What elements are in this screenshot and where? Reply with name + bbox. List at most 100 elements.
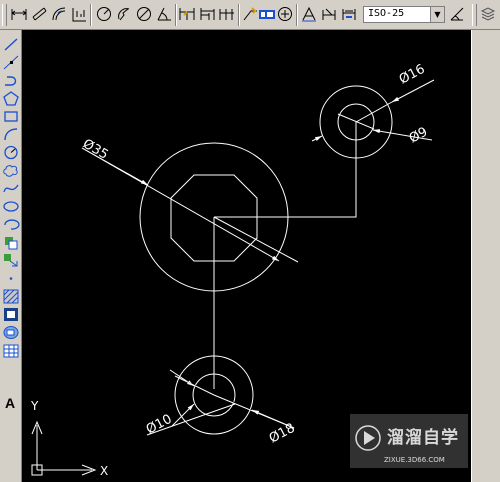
- region-tool-button[interactable]: [2, 324, 20, 341]
- polyline-tool-button[interactable]: [2, 72, 20, 89]
- spline-icon: [3, 184, 19, 193]
- linear-dim-icon: [11, 9, 27, 20]
- drawing-svg[interactable]: Ø35 Ø16 Ø9 Ø10 Ø18 Y X 溜溜自学 ZIXUE.3D66.C…: [22, 30, 471, 482]
- insert-block-icon: [5, 237, 18, 250]
- gradient-icon: [4, 308, 18, 321]
- circle-tool-button[interactable]: [2, 144, 20, 161]
- aligned-dim-button[interactable]: [30, 5, 48, 23]
- baseline-dim-button[interactable]: [198, 5, 216, 23]
- rectangle-tool-button[interactable]: [2, 108, 20, 125]
- dim-text-edit-icon: [322, 8, 336, 20]
- make-block-icon: [4, 254, 18, 267]
- tolerance-button[interactable]: [258, 5, 276, 23]
- dim-d35[interactable]: Ø35: [80, 136, 299, 263]
- dim-text-edit-button[interactable]: [320, 5, 338, 23]
- point-tool-button[interactable]: [2, 270, 20, 287]
- toolbar-grip[interactable]: [472, 4, 477, 26]
- table-icon: [3, 344, 19, 358]
- polygon-tool-button[interactable]: [2, 90, 20, 107]
- draw-toolbar: A: [0, 30, 22, 482]
- continue-dim-icon: [219, 9, 234, 20]
- toolbar-separator: [238, 4, 240, 26]
- baseline-dim-icon: [200, 8, 215, 20]
- dimstyle-manager-icon: [450, 7, 464, 21]
- dim-edit-icon: [302, 6, 316, 22]
- dim-d9[interactable]: Ø9: [337, 113, 433, 147]
- ordinate-dim-button[interactable]: [70, 5, 88, 23]
- dimstyle-select[interactable]: ISO-25 ▼: [363, 6, 445, 23]
- dimension-toolbar: ISO-25 ▼: [0, 0, 500, 30]
- ellipse-tool-button[interactable]: [2, 198, 20, 215]
- layers-icon: [480, 7, 496, 21]
- drawing-canvas[interactable]: Ø35 Ø16 Ø9 Ø10 Ø18 Y X 溜溜自学 ZIXUE.3D66.C…: [22, 30, 471, 482]
- chevron-down-icon[interactable]: ▼: [430, 7, 444, 22]
- dimstyle-manager-button[interactable]: [448, 5, 466, 23]
- gradient-tool-button[interactable]: [2, 306, 20, 323]
- ellipse-arc-icon: [4, 219, 20, 230]
- dim-edit-button[interactable]: [300, 5, 318, 23]
- hatch-icon: [3, 289, 19, 304]
- dim-d9-text: Ø9: [407, 125, 430, 147]
- quick-dim-icon: [179, 8, 195, 20]
- diameter-dim-button[interactable]: [135, 5, 153, 23]
- quick-leader-button[interactable]: [241, 5, 259, 23]
- make-block-tool-button[interactable]: [2, 252, 20, 269]
- watermark-url: ZIXUE.3D66.COM: [384, 456, 445, 464]
- quick-dim-button[interactable]: [178, 5, 196, 23]
- dim-update-button[interactable]: [340, 5, 358, 23]
- arc-length-dim-button[interactable]: [50, 5, 68, 23]
- toolbar-separator: [175, 4, 177, 26]
- revision-cloud-tool-button[interactable]: [2, 162, 20, 179]
- angular-dim-button[interactable]: [155, 5, 173, 23]
- continue-dim-button[interactable]: [218, 5, 236, 23]
- tolerance-icon: [259, 10, 275, 19]
- toolbar-grip[interactable]: [2, 4, 7, 26]
- radius-dim-button[interactable]: [95, 5, 113, 23]
- dim-d18[interactable]: Ø18: [174, 375, 298, 447]
- line-tool-button[interactable]: [2, 36, 20, 53]
- jogged-dim-button[interactable]: [115, 5, 133, 23]
- quick-leader-icon: [243, 7, 257, 21]
- arc-icon: [4, 128, 18, 141]
- dim-update-icon: [342, 9, 356, 20]
- layers-button[interactable]: [479, 5, 497, 23]
- connector-line-elbow[interactable]: [214, 122, 357, 218]
- center-mark-button[interactable]: [276, 5, 294, 23]
- polyline-icon: [5, 76, 17, 86]
- toolbar-separator: [90, 4, 92, 26]
- watermark-logo: 溜溜自学 ZIXUE.3D66.COM: [350, 414, 468, 468]
- insert-block-tool-button[interactable]: [2, 234, 20, 251]
- circle-icon: [4, 145, 18, 160]
- dim-d16-text: Ø16: [397, 62, 428, 88]
- polygon-icon: [3, 91, 19, 106]
- construction-line-tool-button[interactable]: [2, 54, 20, 71]
- dim-d35-text: Ø35: [80, 136, 111, 162]
- ordinate-dim-icon: [72, 8, 86, 22]
- angular-dim-icon: [157, 7, 171, 21]
- linear-dim-button[interactable]: [10, 5, 28, 23]
- dim-d18-text: Ø18: [267, 421, 298, 447]
- right-tool-palette: [471, 30, 500, 482]
- region-icon: [3, 326, 19, 339]
- multiline-text-tool-button[interactable]: A: [5, 395, 15, 411]
- ellipse-icon: [3, 201, 19, 212]
- table-tool-button[interactable]: [2, 342, 20, 359]
- dimstyle-value: ISO-25: [368, 8, 405, 19]
- arc-length-icon: [52, 7, 66, 21]
- line-icon: [4, 38, 18, 51]
- point-icon: [9, 277, 13, 280]
- radius-dim-icon: [97, 7, 111, 21]
- ucs-x-label: X: [100, 464, 108, 478]
- aligned-dim-icon: [32, 7, 47, 21]
- ellipse-arc-tool-button[interactable]: [2, 216, 20, 233]
- revision-cloud-icon: [3, 165, 18, 177]
- center-mark-icon: [278, 7, 292, 21]
- hatch-tool-button[interactable]: [2, 288, 20, 305]
- dim-d10[interactable]: Ø10: [144, 369, 236, 438]
- spline-tool-button[interactable]: [2, 180, 20, 197]
- arc-tool-button[interactable]: [2, 126, 20, 143]
- toolbar-separator: [296, 4, 298, 26]
- jogged-dim-icon: [118, 8, 130, 21]
- diameter-dim-icon: [137, 7, 151, 21]
- watermark-title: 溜溜自学: [387, 427, 459, 448]
